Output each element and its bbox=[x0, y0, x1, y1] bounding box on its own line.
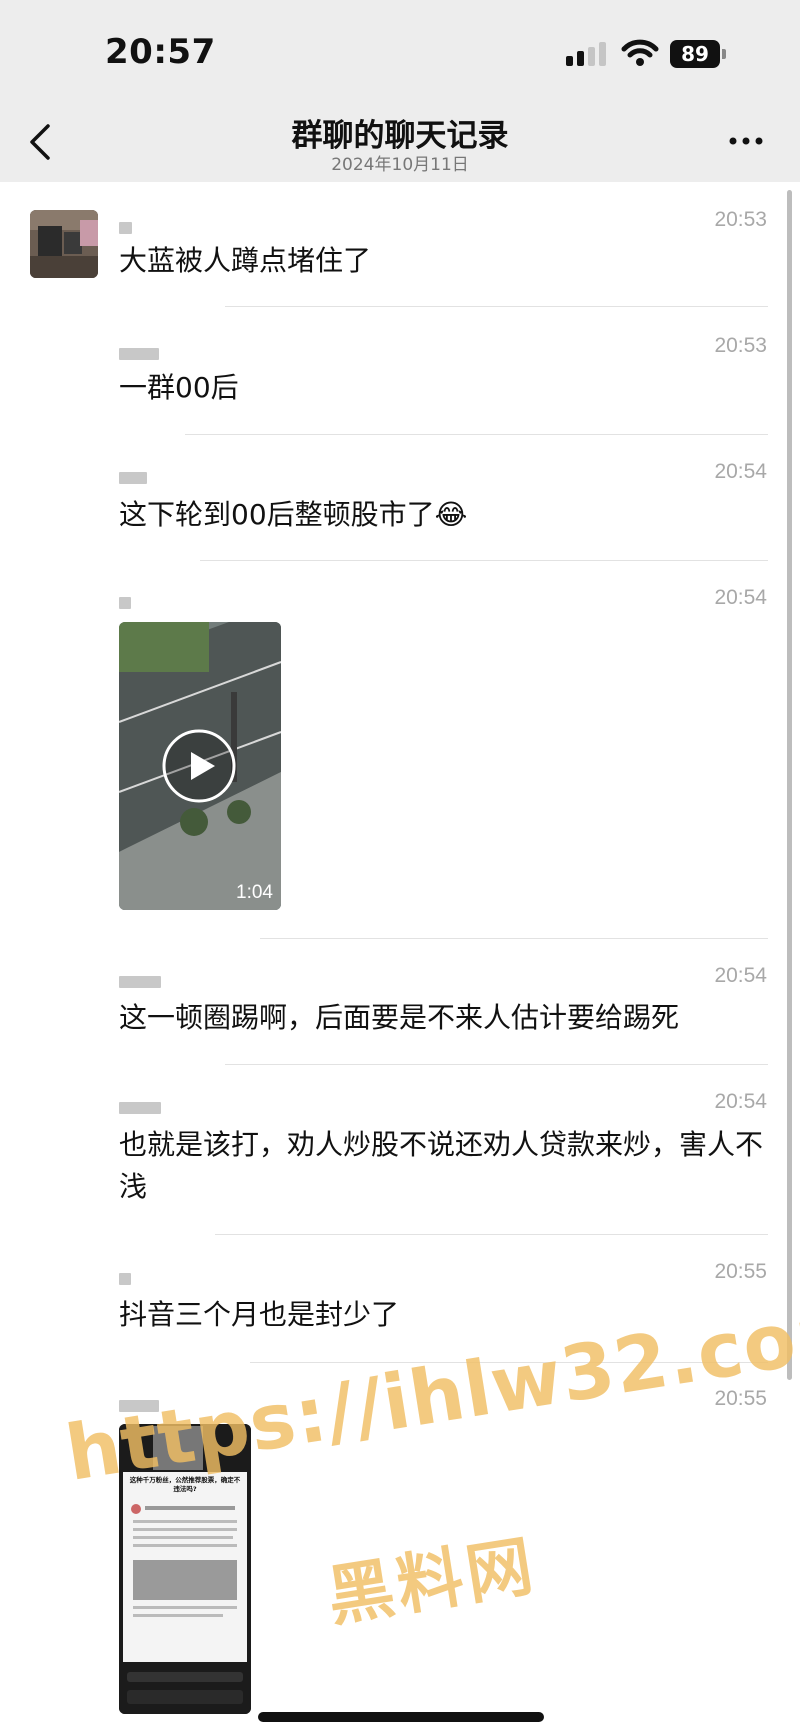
home-indicator[interactable] bbox=[258, 1712, 544, 1722]
status-time: 20:57 bbox=[105, 32, 216, 72]
sender-name-blurred bbox=[119, 597, 131, 609]
message-time: 20:54 bbox=[714, 586, 767, 609]
status-bar: 20:57 89 bbox=[0, 0, 800, 100]
battery-tip bbox=[722, 49, 726, 59]
battery-level: 89 bbox=[670, 40, 720, 68]
message-text: 也就是该打，劝人炒股不说还劝人贷款来炒，害人不浅 bbox=[119, 1128, 764, 1203]
sender-name-blurred bbox=[119, 1102, 161, 1114]
watermark-site-name: 黑料网 bbox=[322, 1526, 542, 1636]
message-text: 这一顿圈踢啊，后面要是不来人估计要给踢死 bbox=[119, 1001, 680, 1034]
more-options-icon[interactable] bbox=[728, 136, 764, 146]
video-message[interactable]: 1:04 bbox=[119, 622, 281, 910]
nav-bar: 群聊的聊天记录 2024年10月11日 bbox=[0, 100, 800, 182]
video-duration: 1:04 bbox=[236, 882, 273, 903]
play-icon[interactable] bbox=[161, 728, 237, 804]
sender-name-blurred bbox=[119, 222, 132, 234]
cellular-signal-icon bbox=[566, 42, 606, 66]
scrollbar[interactable] bbox=[787, 190, 792, 1380]
sender-name-blurred bbox=[119, 472, 147, 484]
message-time: 20:53 bbox=[714, 334, 767, 357]
sender-name-blurred bbox=[119, 976, 161, 988]
divider bbox=[260, 938, 768, 939]
message-text: 一群00后 bbox=[119, 371, 239, 404]
divider bbox=[225, 1064, 768, 1065]
message-time: 20:55 bbox=[714, 1260, 767, 1283]
sender-name-blurred bbox=[119, 348, 159, 360]
message-time: 20:54 bbox=[714, 460, 767, 483]
message-text: 这下轮到00后整顿股市了😂 bbox=[119, 498, 468, 531]
message-time: 20:53 bbox=[714, 208, 767, 231]
wifi-icon bbox=[621, 39, 659, 66]
message-time: 20:54 bbox=[714, 964, 767, 987]
sender-name-blurred bbox=[119, 1273, 131, 1285]
divider bbox=[200, 560, 768, 561]
page-title: 群聊的聊天记录 bbox=[291, 118, 509, 154]
divider bbox=[185, 434, 768, 435]
message-time: 20:54 bbox=[714, 1090, 767, 1113]
battery-indicator: 89 bbox=[670, 40, 726, 68]
page-date: 2024年10月11日 bbox=[331, 155, 469, 175]
avatar[interactable] bbox=[30, 210, 98, 278]
divider bbox=[215, 1234, 768, 1235]
message-text: 大蓝被人蹲点堵住了 bbox=[119, 244, 372, 277]
divider bbox=[225, 306, 768, 307]
